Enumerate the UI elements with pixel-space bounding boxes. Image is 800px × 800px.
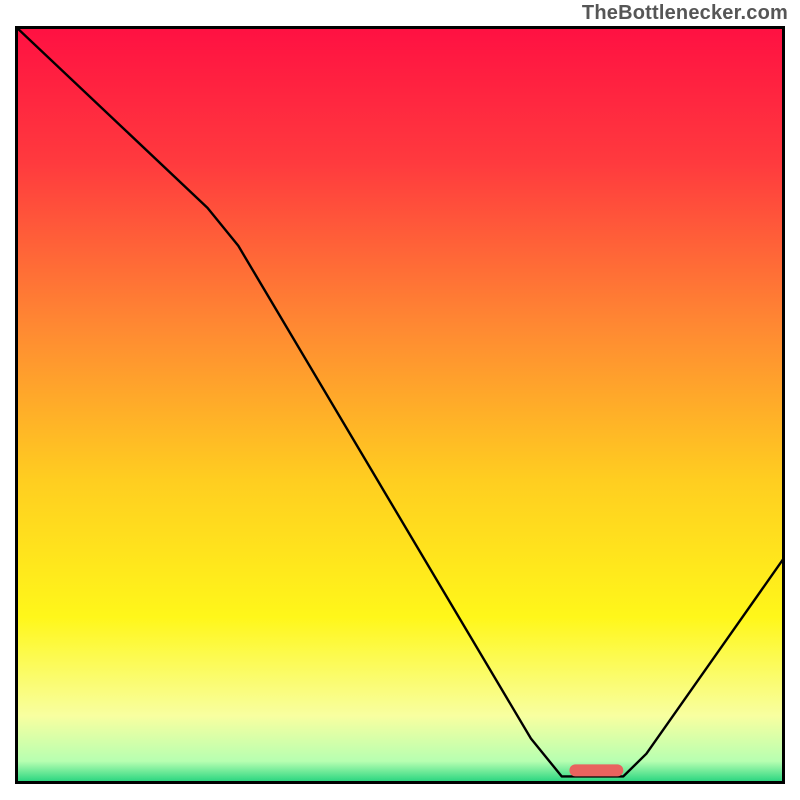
gradient-background bbox=[15, 26, 785, 784]
watermark-text: TheBottlenecker.com bbox=[582, 2, 788, 25]
chart-container bbox=[15, 26, 785, 784]
bottleneck-chart bbox=[15, 26, 785, 784]
optimal-range-marker bbox=[569, 764, 623, 776]
